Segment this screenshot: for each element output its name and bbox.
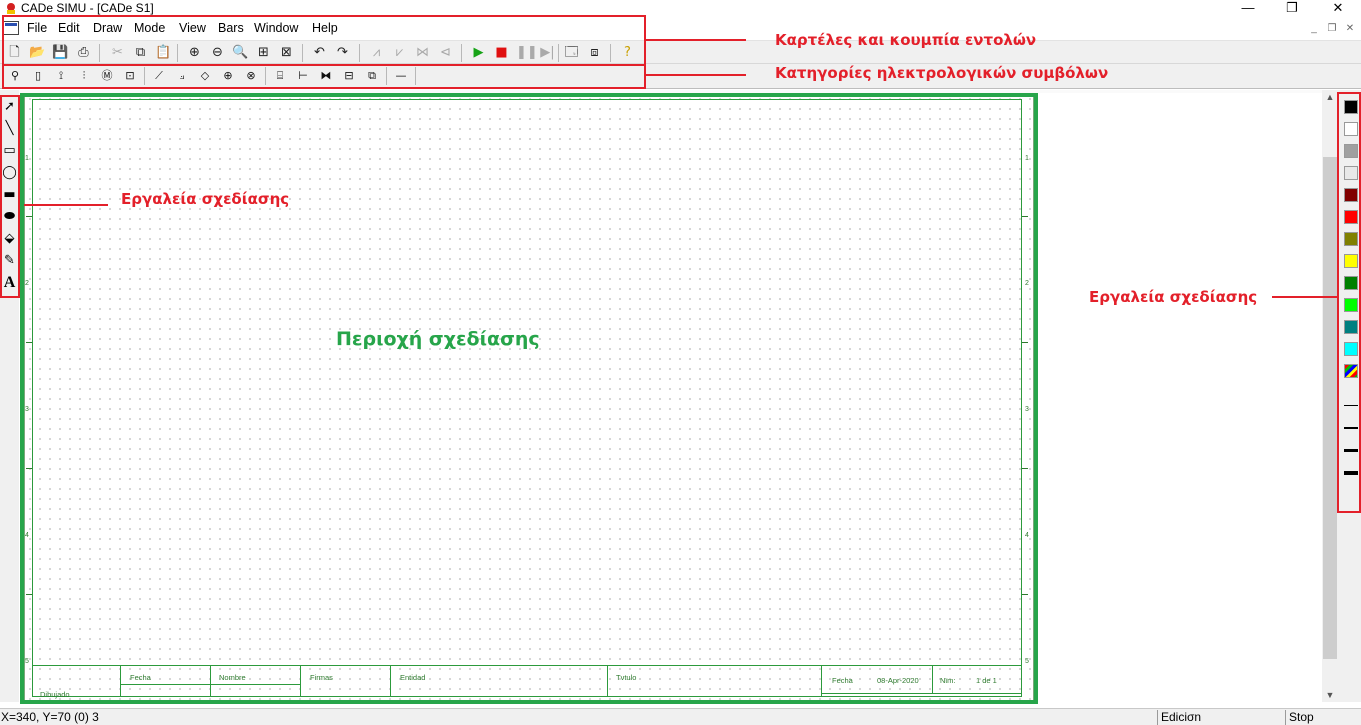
toolbar-annotation: Καρτέλες και κουμπία εντολών [775,31,1037,49]
symbols-highlight-box [2,64,646,89]
window-title: CADe SIMU - [CADe S1] [21,1,154,15]
pattern-swatch[interactable] [1344,364,1358,378]
status-bar: X=340, Y=70 (0) 3 Ediciσn Stop [0,708,1361,725]
mode-status: Ediciσn [1161,710,1202,724]
scroll-down-icon[interactable]: ▼ [1322,688,1338,702]
color-swatch[interactable] [1344,254,1358,268]
color-swatch[interactable] [1344,342,1358,356]
toolbar-callout-line [646,39,746,41]
mdi-minimize-button[interactable]: _ [1307,22,1321,36]
line-width-option[interactable] [1344,471,1358,475]
color-swatch[interactable] [1344,320,1358,334]
simulation-state: Stop [1289,710,1314,724]
minimize-button[interactable]: — [1225,0,1271,17]
symbols-annotation: Κατηγορίες ηλεκτρολογικών συμβόλων [775,64,1109,82]
palette-callout-line [1272,296,1337,298]
mdi-restore-button[interactable]: ❐ [1325,22,1339,36]
left-tools-highlight-box [0,95,20,298]
maximize-button[interactable]: ❐ [1269,0,1315,17]
color-swatch[interactable] [1344,276,1358,290]
app-icon [7,3,15,14]
scrollbar-thumb[interactable] [1323,157,1337,659]
symbols-callout-line [646,74,746,76]
color-swatch[interactable] [1344,100,1358,114]
color-swatch[interactable] [1344,144,1358,158]
color-swatch[interactable] [1344,298,1358,312]
line-width-option[interactable] [1344,449,1358,452]
line-width-option[interactable] [1344,427,1358,429]
line-width-option[interactable] [1344,405,1358,406]
right-tools-annotation: Εργαλεία σχεδίασης [1089,288,1258,306]
color-swatch[interactable] [1344,166,1358,180]
mdi-close-button[interactable]: ✕ [1343,22,1357,36]
color-swatch[interactable] [1344,232,1358,246]
cursor-coordinates: X=340, Y=70 (0) 3 [1,710,99,724]
close-button[interactable]: ✕ [1315,0,1361,17]
drawing-area-highlight-box [20,93,1038,704]
color-swatch[interactable] [1344,122,1358,136]
toolbar-highlight-box [2,15,646,66]
color-swatch[interactable] [1344,188,1358,202]
scroll-up-icon[interactable]: ▲ [1322,90,1338,104]
color-swatch[interactable] [1344,210,1358,224]
drawing-area-annotation: Περιοχή σχεδίασης [336,328,540,350]
